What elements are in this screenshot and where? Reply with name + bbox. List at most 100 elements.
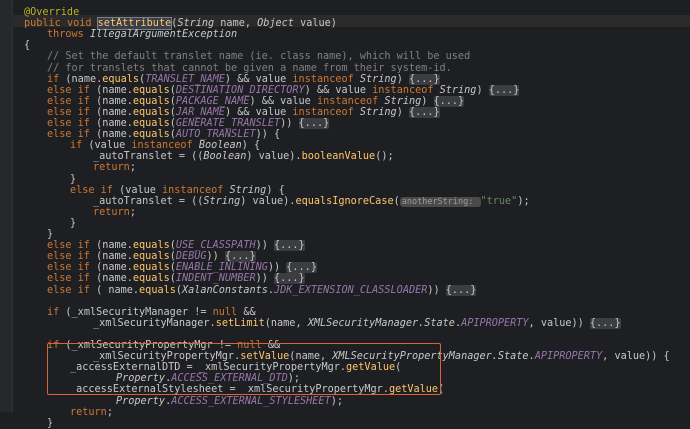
code-token: else if: [47, 106, 97, 118]
code-token: value: [255, 73, 293, 85]
code-line[interactable]: throws IllegalArgumentException: [47, 29, 237, 40]
code-line[interactable]: }: [47, 229, 53, 240]
code-token: &&: [243, 306, 256, 318]
code-token: equals: [132, 240, 170, 252]
code-token: else if: [47, 129, 97, 141]
code-token: // Set the default translet name (ie. cl…: [47, 51, 471, 63]
code-token: return: [70, 406, 107, 418]
code-token: ) &&: [224, 106, 256, 118]
code-line[interactable]: else if (name.equals(USE_CLASSPATH)) {..…: [47, 240, 305, 252]
code-token: instanceof: [131, 140, 199, 152]
code-token: ,: [295, 317, 308, 329]
code-token: if: [70, 140, 89, 152]
code-line[interactable]: Property.ACCESS_EXTERNAL_STYLESHEET);: [116, 396, 343, 407]
fold-placeholder[interactable]: {...}: [286, 262, 317, 274]
code-token: Property: [116, 395, 166, 407]
fold-placeholder[interactable]: {...}: [274, 240, 305, 252]
code-line[interactable]: return;: [93, 207, 136, 218]
code-line[interactable]: else if (name.equals(DEBUG)) {...}: [47, 251, 256, 263]
code-line[interactable]: // Set the default translet name (ie. cl…: [47, 51, 470, 62]
fold-placeholder[interactable]: {...}: [274, 273, 305, 285]
code-token: else if: [70, 184, 120, 196]
code-line[interactable]: else if (name.equals(PACKAGE_NAME) && va…: [47, 95, 465, 107]
code-token: value: [335, 84, 373, 96]
fold-placeholder[interactable]: {...}: [298, 118, 330, 129]
code-token: else if: [47, 273, 97, 285]
code-token: name: [102, 240, 127, 252]
code-line[interactable]: if (_xmlSecurityManager != null &&: [47, 307, 256, 318]
code-line[interactable]: else if (name.equals(INDENT_NUMBER)) {..…: [47, 273, 305, 285]
code-token: APIPROPERTY: [534, 351, 603, 363]
code-token: )) {: [645, 351, 670, 363]
code-line[interactable]: }: [70, 218, 76, 229]
code-token: )): [427, 284, 446, 296]
highlight-box: [47, 343, 441, 395]
code-token: AUTO_TRANSLET: [175, 129, 256, 141]
code-token: ) &&: [249, 95, 281, 107]
code-line[interactable]: else if (name.equals(DESTINATION_DIRECTO…: [47, 84, 520, 96]
code-token: value: [540, 317, 572, 329]
code-token: value: [258, 151, 290, 163]
code-line[interactable]: else if (name.equals(AUTO_TRANSLET)) {: [47, 129, 280, 140]
code-token: DESTINATION_DIRECTORY: [175, 84, 305, 96]
fold-placeholder[interactable]: {...}: [445, 284, 477, 296]
code-line[interactable]: {: [24, 40, 30, 51]
code-token: equals: [132, 118, 170, 129]
code-token: else if: [47, 95, 97, 107]
code-token: GENERATE_TRANSLET: [175, 118, 281, 129]
fold-placeholder[interactable]: {...}: [408, 73, 440, 85]
code-token: ): [421, 95, 434, 107]
code-token: ) {: [266, 184, 285, 196]
code-line[interactable]: else if (name.equals(JAR_NAME) && value …: [47, 106, 440, 118]
code-line[interactable]: }: [70, 174, 76, 185]
code-token: ): [240, 195, 253, 207]
code-token: ;: [129, 162, 136, 174]
fold-placeholder[interactable]: {...}: [488, 84, 520, 96]
code-token: )): [255, 240, 274, 252]
code-token: String: [203, 195, 241, 207]
code-line[interactable]: // for translets that cannot be given a …: [47, 63, 452, 74]
code-token: JAR_NAME: [175, 106, 225, 118]
code-line[interactable]: }: [47, 418, 53, 429]
code-editor[interactable]: @Override public void setAttribute(String…: [0, 0, 690, 429]
code-token: else if: [47, 262, 97, 274]
fold-placeholder[interactable]: {...}: [589, 317, 621, 329]
code-line[interactable]: _xmlSecurityManager.setLimit(name, XMLSe…: [93, 317, 621, 329]
code-line[interactable]: else if ( name.equals(XalanConstants.JDK…: [47, 284, 477, 296]
fold-placeholder[interactable]: {...}: [433, 95, 465, 107]
code-line[interactable]: else if (name.equals(GENERATE_TRANSLET))…: [47, 118, 330, 129]
code-token: name: [71, 73, 97, 85]
code-token: String: [229, 184, 267, 196]
code-token: String: [439, 84, 477, 96]
code-token: setLimit: [215, 317, 265, 329]
code-line[interactable]: return;: [93, 162, 136, 173]
code-token: ;: [129, 206, 136, 218]
code-line[interactable]: if (value instanceof Boolean) {: [70, 140, 260, 151]
code-token: equals: [132, 129, 170, 141]
code-token: equals: [132, 106, 170, 118]
code-token: )): [255, 273, 274, 285]
code-line[interactable]: return;: [70, 407, 113, 418]
code-line[interactable]: public void setAttribute(String name, Ob…: [24, 17, 337, 31]
code-token: ,: [244, 18, 258, 30]
code-line[interactable]: else if (value instanceof String) {: [70, 185, 285, 196]
code-token: ) &&: [304, 84, 336, 96]
code-token: equals: [132, 262, 170, 274]
code-token: else if: [47, 251, 97, 263]
code-token: "true": [480, 195, 518, 207]
code-line[interactable]: @Override: [24, 7, 79, 18]
editor-gutter[interactable]: [0, 0, 13, 412]
fold-placeholder[interactable]: {...}: [224, 251, 256, 263]
code-line[interactable]: _autoTranslet = ((String) value).equalsI…: [93, 196, 530, 207]
code-token: equals: [102, 73, 140, 85]
code-token: USE_CLASSPATH: [175, 240, 256, 252]
code-line[interactable]: _autoTranslet = ((Boolean) value).boolea…: [93, 151, 394, 162]
code-line[interactable]: if (name.equals(TRANSLET_NAME) && value …: [47, 73, 440, 85]
code-token: null: [212, 306, 244, 318]
code-token: Boolean: [198, 140, 242, 152]
code-token: _autoTranslet: [93, 151, 173, 163]
code-line[interactable]: else if (name.equals(ENABLE_INLINING)) {…: [47, 262, 317, 274]
code-token: }: [70, 173, 77, 185]
fold-placeholder[interactable]: {...}: [408, 106, 440, 118]
code-token: APIPROPERTY: [461, 317, 529, 329]
